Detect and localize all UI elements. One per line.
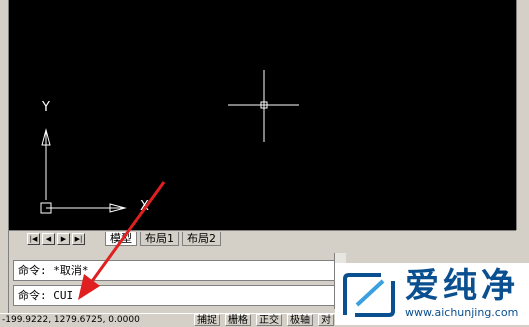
snap-button[interactable]: 捕捉 (194, 314, 220, 326)
next-tab-button[interactable]: ▶ (57, 233, 70, 245)
crosshair-icon (228, 70, 299, 142)
coordinate-readout: -199.9222, 1279.6725, 0.0000 (2, 315, 140, 325)
ucs-x-label: X (140, 199, 149, 214)
tab-layout1[interactable]: 布局1 (140, 232, 179, 246)
watermark-url: www.aichunjing.com (405, 306, 519, 319)
layout-tab-bar: |◀ ◀ ▶ ▶| 模型 布局1 布局2 (9, 230, 516, 246)
ucs-icon (40, 128, 127, 214)
ortho-button[interactable]: 正交 (256, 314, 282, 326)
watermark-logo-icon (343, 273, 395, 317)
last-tab-button[interactable]: ▶| (72, 233, 85, 245)
osnap-button[interactable]: 对 (318, 314, 334, 326)
vertical-scrollbar[interactable] (516, 0, 529, 230)
watermark-title: 爱纯净 (405, 266, 519, 306)
tab-model[interactable]: 模型 (105, 232, 137, 246)
ucs-y-label: Y (42, 100, 50, 115)
polar-button[interactable]: 极轴 (287, 314, 313, 326)
grid-button[interactable]: 栅格 (225, 314, 251, 326)
prev-tab-button[interactable]: ◀ (42, 233, 55, 245)
left-frame (0, 0, 9, 325)
drawing-area[interactable]: Y X (0, 0, 529, 230)
command-input[interactable]: 命令: CUI (13, 285, 343, 306)
first-tab-button[interactable]: |◀ (27, 233, 40, 245)
watermark: 爱纯净 www.aichunjing.com (335, 263, 529, 325)
canvas-graphics (40, 70, 299, 214)
tab-layout2[interactable]: 布局2 (182, 232, 221, 246)
command-history-line: 命令: *取消* (13, 260, 343, 281)
